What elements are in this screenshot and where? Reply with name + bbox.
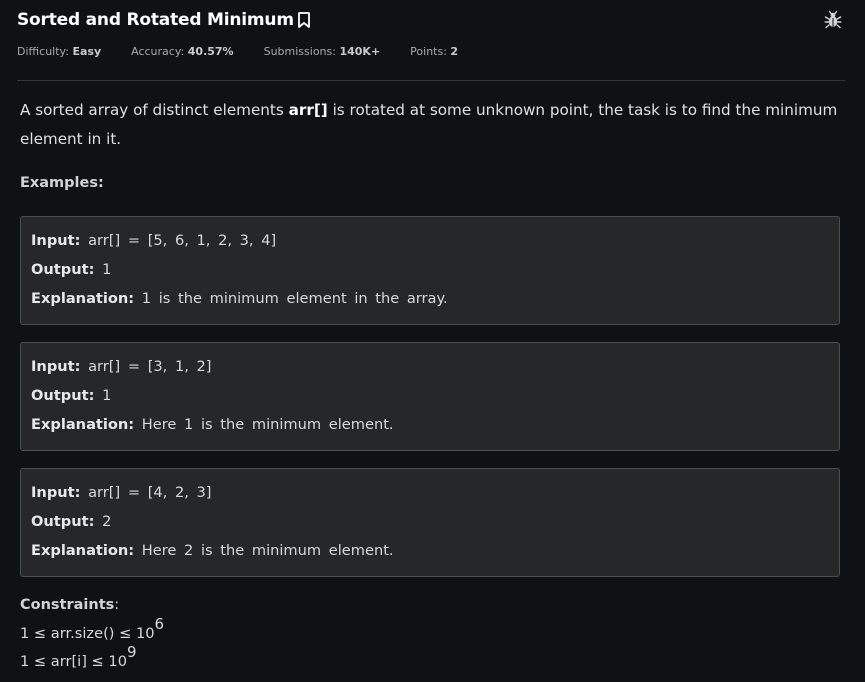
points-stat: Points: 2 [410, 45, 458, 58]
example-box: Input: arr[] = [5, 6, 1, 2, 3, 4] Output… [20, 216, 840, 325]
example-input: Input: arr[] = [4, 2, 3] [31, 480, 829, 509]
accuracy-stat: Accuracy: 40.57% [131, 45, 233, 58]
example-explanation: Explanation: 1 is the minimum element in… [31, 286, 829, 315]
explanation-value: Here 2 is the minimum element. [141, 542, 394, 559]
input-value: arr[] = [5, 6, 1, 2, 3, 4] [88, 232, 277, 249]
points-label: Points: [410, 45, 447, 58]
accuracy-label: Accuracy: [131, 45, 185, 58]
example-explanation: Explanation: Here 1 is the minimum eleme… [31, 412, 829, 441]
example-box: Input: arr[] = [3, 1, 2] Output: 1 Expla… [20, 342, 840, 451]
explanation-value: Here 1 is the minimum element. [141, 416, 394, 433]
constraints-heading-text: Constraints [20, 597, 115, 613]
submissions-label: Submissions: [263, 45, 336, 58]
constraint-line: 1 ≤ arr[i] ≤ 109 [20, 645, 137, 670]
output-value: 1 [102, 387, 112, 404]
explanation-label: Explanation: [31, 542, 135, 559]
example-output: Output: 1 [31, 383, 829, 412]
explanation-label: Explanation: [31, 416, 135, 433]
input-label: Input: [31, 484, 81, 501]
constraint-text: 1 ≤ arr.size() ≤ 10 [20, 625, 155, 642]
accuracy-value: 40.57% [187, 45, 234, 58]
points-value: 2 [450, 45, 459, 58]
constraint-text: 1 ≤ arr[i] ≤ 10 [20, 653, 127, 670]
problem-description: A sorted array of distinct elements arr[… [20, 96, 840, 154]
header-divider [17, 80, 845, 81]
problem-meta: Difficulty: Easy Accuracy: 40.57% Submis… [17, 45, 488, 58]
bug-icon[interactable] [823, 10, 843, 30]
input-label: Input: [31, 358, 81, 375]
output-value: 1 [102, 261, 112, 278]
example-input: Input: arr[] = [5, 6, 1, 2, 3, 4] [31, 228, 829, 257]
examples-heading: Examples: [20, 175, 104, 191]
output-value: 2 [102, 513, 112, 530]
difficulty-label: Difficulty: [17, 45, 69, 58]
description-text-start: A sorted array of distinct elements [20, 101, 289, 119]
example-input: Input: arr[] = [3, 1, 2] [31, 354, 829, 383]
difficulty-stat: Difficulty: Easy [17, 45, 101, 58]
title-row: Sorted and Rotated Minimum [17, 8, 843, 32]
submissions-stat: Submissions: 140K+ [264, 45, 381, 58]
problem-page: Sorted and Rotated Minimum Difficulty: E… [0, 0, 865, 682]
output-label: Output: [31, 261, 95, 278]
output-label: Output: [31, 387, 95, 404]
problem-title: Sorted and Rotated Minimum [17, 10, 294, 30]
example-output: Output: 1 [31, 257, 829, 286]
input-value: arr[] = [4, 2, 3] [88, 484, 212, 501]
constraint-line: 1 ≤ arr.size() ≤ 106 [20, 617, 164, 642]
title-wrap: Sorted and Rotated Minimum [17, 10, 311, 30]
input-value: arr[] = [3, 1, 2] [88, 358, 212, 375]
constraint-exponent: 6 [154, 615, 165, 634]
example-explanation: Explanation: Here 2 is the minimum eleme… [31, 538, 829, 567]
description-highlight: arr[] [288, 101, 328, 119]
example-output: Output: 2 [31, 509, 829, 538]
bookmark-icon[interactable] [297, 11, 311, 29]
output-label: Output: [31, 513, 95, 530]
submissions-value: 140K+ [339, 45, 381, 58]
input-label: Input: [31, 232, 81, 249]
explanation-value: 1 is the minimum element in the array. [141, 290, 448, 307]
constraints-colon: : [114, 597, 120, 613]
explanation-label: Explanation: [31, 290, 135, 307]
constraints-heading: Constraints: [20, 597, 119, 613]
difficulty-value: Easy [72, 45, 102, 58]
example-box: Input: arr[] = [4, 2, 3] Output: 2 Expla… [20, 468, 840, 577]
constraint-exponent: 9 [127, 643, 137, 662]
